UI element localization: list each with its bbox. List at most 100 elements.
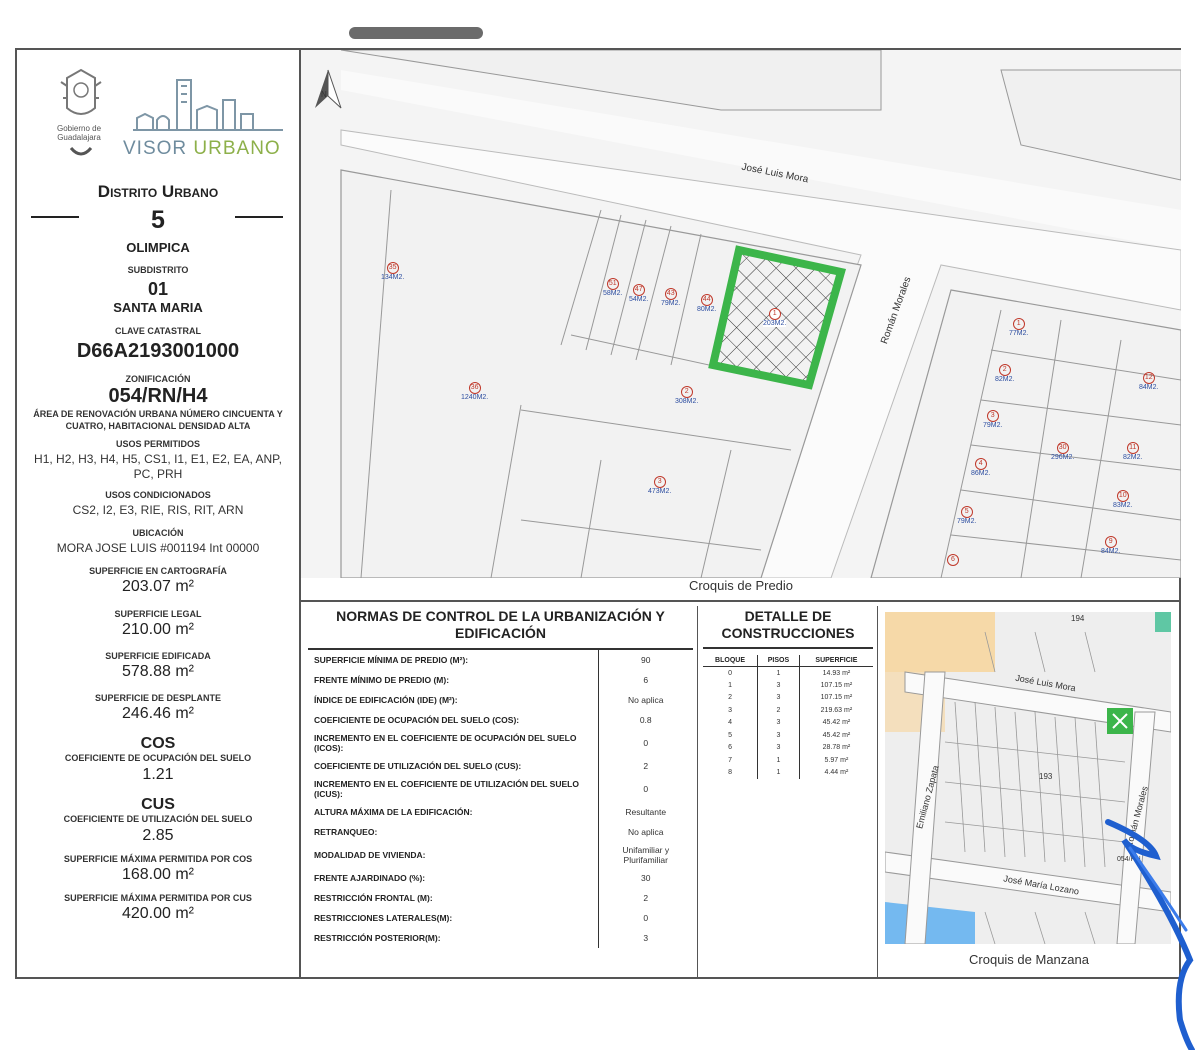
lot-marker[interactable]: 1 77M2. [1009, 318, 1028, 337]
zonificacion-value: 054/RN/H4 [108, 385, 208, 407]
normas-value: 0 [643, 738, 649, 748]
normas-value: 3 [643, 933, 649, 943]
sup-cartografia-label: SUPERFICIE EN CARTOGRAFÍA [89, 566, 227, 576]
detalle-title: DETALLE DE CONSTRUCCIONES [703, 608, 873, 649]
detalle-pisos: 3 [757, 716, 800, 729]
detalle-row: 3 2 219.63 m² [703, 704, 873, 717]
lot-marker[interactable]: 3 473M2. [648, 476, 671, 495]
detalle-superficie: 14.93 m² [822, 669, 851, 677]
normas-value: Unifamiliar y Plurifamiliar [622, 845, 670, 865]
zonificacion-description: ÁREA DE RENOVACIÓN URBANA NÚMERO CINCUEN… [33, 409, 283, 431]
normas-key: SUPERFICIE MÍNIMA DE PREDIO (m²): [308, 650, 599, 670]
brand-wordmark: VISOR URBANO [123, 138, 281, 160]
detalle-bloque: 6 [703, 741, 759, 754]
lot-number: 1 [1012, 318, 1025, 330]
detalle-superficie: 107.15 m² [820, 681, 853, 689]
normas-key: RESTRICCIÓN FRONTAL (m): [308, 888, 599, 908]
selected-lot-marker[interactable]: 1 203M2. [763, 308, 787, 327]
predio-map-drawing [301, 50, 1181, 579]
detalle-bloque: 3 [703, 704, 759, 717]
normas-row: ALTURA MÁXIMA DE LA EDIFICACIÓN: Resultan… [308, 802, 693, 822]
lot-area: 296M2. [1051, 454, 1075, 461]
col-header-bloque: BLOQUE [703, 655, 759, 667]
lot-area: 79M2. [983, 422, 1003, 429]
croquis-predio-map[interactable]: N José Luis Mora Román Morales 35 134M2. … [301, 50, 1181, 600]
sup-desplante-label: SUPERFICIE DE DESPLANTE [94, 693, 222, 703]
lot-number: 2 [998, 364, 1011, 376]
normas-key: FRENTE MÍNIMO DE PREDIO (m): [308, 670, 599, 690]
lot-marker[interactable]: 10 83M2. [1113, 490, 1132, 509]
lot-marker[interactable]: 5 79M2. [957, 506, 976, 525]
normas-row: RESTRICCIONES LATERALES(m): 0 [308, 908, 693, 928]
subdistrito-label: SUBDISTRITO [127, 265, 189, 275]
detalle-superficie: 45.42 m² [822, 719, 851, 727]
normas-row: COEFICIENTE DE OCUPACIÓN DEL SUELO (COS)… [308, 710, 693, 730]
lot-area: 203M2. [763, 320, 787, 327]
zonificacion-label: ZONIFICACIÓN [125, 374, 191, 384]
lot-number: 9 [1104, 536, 1117, 548]
section-divider [301, 600, 1181, 602]
lot-marker[interactable]: 44 80M2. [697, 294, 716, 313]
lot-area: 1240M2. [461, 394, 489, 401]
lot-number: 35 [386, 262, 399, 274]
detalle-row: 8 1 4.44 m² [703, 766, 873, 779]
lot-marker[interactable]: 11 82M2. [1123, 442, 1142, 461]
normas-key: RESTRICCIONES LATERALES(m): [308, 908, 599, 928]
lot-marker[interactable]: 2 82M2. [995, 364, 1014, 383]
normas-key: INCREMENTO EN EL COEFICIENTE DE OCUPACIÓ… [308, 730, 599, 756]
detalle-row: 6 3 28.78 m² [703, 741, 873, 754]
normas-key: COEFICIENTE DE UTILIZACIÓN DEL SUELO (CU… [308, 756, 599, 776]
normas-value: 6 [643, 675, 649, 685]
cos-heading: COS [140, 735, 176, 752]
col-header-pisos: PISOS [757, 655, 800, 667]
detalle-superficie: 4.44 m² [824, 769, 849, 777]
detalle-superficie: 219.63 m² [820, 706, 853, 714]
usos-permitidos-label: USOS PERMITIDOS [115, 439, 200, 449]
lot-marker[interactable]: 51 58M2. [603, 278, 622, 297]
detalle-superficie: 5.97 m² [824, 756, 849, 764]
detalle-pisos: 3 [757, 741, 800, 754]
lot-marker[interactable]: 6 [947, 554, 959, 566]
lot-number: 6 [947, 554, 959, 566]
normas-row: INCREMENTO EN EL COEFICIENTE DE OCUPACIÓ… [308, 730, 693, 756]
lot-marker[interactable]: 3 79M2. [983, 410, 1002, 429]
lot-marker[interactable]: 43 79M2. [661, 288, 680, 307]
lot-marker[interactable]: 12 84M2. [1139, 372, 1158, 391]
usos-condicionados-value: CS2, I2, E3, RIE, RIS, RIT, ARN [72, 503, 244, 517]
lot-marker[interactable]: 36 1240M2. [461, 382, 488, 401]
lot-marker[interactable]: 47 54M2. [629, 284, 648, 303]
lot-number: 36 [468, 382, 481, 394]
normas-value: 0.8 [639, 715, 652, 725]
lot-number: 2 [680, 386, 693, 398]
lot-marker[interactable]: 30 296M2. [1051, 442, 1074, 461]
sup-legal-label: SUPERFICIE LEGAL [114, 609, 202, 619]
normas-value: 0 [643, 784, 649, 794]
lot-marker[interactable]: 35 134M2. [381, 262, 404, 281]
detalle-row: 7 1 5.97 m² [703, 754, 873, 767]
detalle-bloque: 1 [703, 679, 759, 692]
property-info-panel: Gobierno de Guadalajara VISOR URBANO Dis… [17, 50, 301, 977]
lot-number: 12 [1142, 372, 1155, 384]
normas-row: ÍNDICE DE EDIFICACIÓN (IDE) (m²): No apli… [308, 690, 693, 710]
ubicacion-value: MORA JOSE LUIS #001194 Int 00000 [56, 541, 260, 555]
top-handle-bar [349, 27, 483, 39]
sup-max-cos-value: 168.00 m² [121, 866, 195, 883]
normas-key: ALTURA MÁXIMA DE LA EDIFICACIÓN: [308, 802, 599, 822]
detalle-row: 4 3 45.42 m² [703, 716, 873, 729]
normas-row: COEFICIENTE DE UTILIZACIÓN DEL SUELO (CU… [308, 756, 693, 776]
lot-number: 44 [700, 294, 713, 306]
lot-area: 54M2. [629, 296, 649, 303]
guadalajara-seal-icon [60, 68, 102, 156]
gov-text: Gobierno de Guadalajara [56, 124, 102, 142]
lot-marker[interactable]: 9 84M2. [1101, 536, 1120, 555]
lot-number: 5 [960, 506, 973, 518]
lot-area: 84M2. [1139, 384, 1159, 391]
detalle-pisos: 1 [757, 666, 800, 679]
normas-key: ÍNDICE DE EDIFICACIÓN (IDE) (m²): [308, 690, 599, 710]
normas-panel: NORMAS DE CONTROL DE LA URBANIZACIÓN Y E… [308, 608, 693, 948]
cus-value: 2.85 [142, 827, 174, 844]
lot-marker[interactable]: 4 86M2. [971, 458, 990, 477]
lot-marker[interactable]: 2 308M2. [675, 386, 698, 405]
normas-value: 0 [643, 913, 649, 923]
cos-value: 1.21 [142, 766, 174, 783]
